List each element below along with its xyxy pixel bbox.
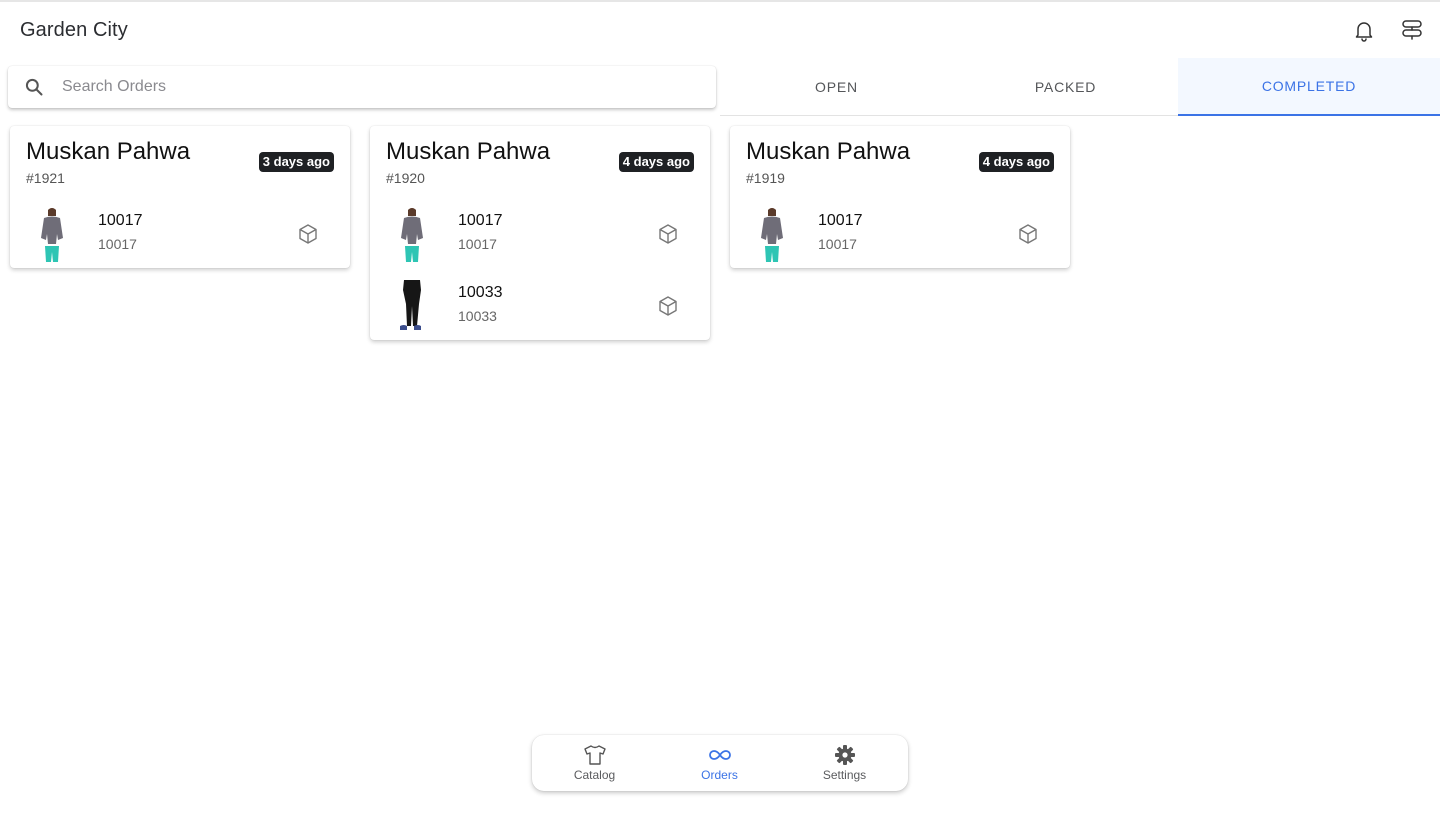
bottom-navigation: Catalog Orders Settings [532, 735, 908, 791]
order-card-header: Muskan Pahwa #1921 3 days ago [10, 126, 350, 196]
gear-icon [834, 745, 855, 765]
order-item[interactable]: 10033 10033 [370, 268, 710, 340]
search-bar [8, 66, 716, 108]
item-sku: 10033 [458, 308, 497, 324]
order-status-tabs: OPEN PACKED COMPLETED [720, 58, 1440, 116]
order-item[interactable]: 10017 10017 [370, 196, 710, 268]
order-id: #1919 [746, 170, 785, 186]
order-age-badge: 4 days ago [618, 152, 694, 172]
customer-name: Muskan Pahwa [26, 138, 191, 165]
item-sku: 10017 [98, 236, 137, 252]
nav-label: Settings [822, 768, 867, 782]
order-age-badge: 4 days ago [978, 152, 1054, 172]
terminal-icon[interactable] [1399, 17, 1425, 43]
order-card[interactable]: Muskan Pahwa #1921 3 days ago 10017 1001… [10, 126, 350, 268]
tab-packed[interactable]: PACKED [953, 58, 1178, 116]
item-name: 10017 [98, 212, 143, 229]
order-card[interactable]: Muskan Pahwa #1920 4 days ago 10017 1001… [370, 126, 710, 340]
app-title: Garden City [20, 19, 128, 41]
cube-icon[interactable] [1016, 222, 1040, 246]
nav-label: Orders [701, 768, 738, 782]
search-icon [25, 78, 43, 96]
cube-icon[interactable] [656, 222, 680, 246]
item-name: 10017 [458, 212, 503, 229]
order-item[interactable]: 10017 10017 [10, 196, 350, 268]
order-item[interactable]: 10017 10017 [730, 196, 1070, 268]
product-thumbnail-top [761, 208, 783, 262]
order-id: #1921 [26, 170, 65, 186]
item-name: 10017 [818, 212, 863, 229]
header: Garden City [0, 2, 1440, 58]
search-input[interactable] [62, 72, 702, 102]
nav-orders[interactable]: Orders [657, 735, 782, 791]
nav-settings[interactable]: Settings [782, 735, 907, 791]
item-name: 10033 [458, 284, 503, 301]
order-age-badge: 3 days ago [258, 152, 334, 172]
cube-icon[interactable] [296, 222, 320, 246]
infinity-icon [708, 750, 731, 760]
nav-label: Catalog [573, 768, 616, 782]
customer-name: Muskan Pahwa [386, 138, 551, 165]
nav-catalog[interactable]: Catalog [532, 735, 657, 791]
notifications-bell-icon[interactable] [1351, 17, 1377, 43]
tab-completed[interactable]: COMPLETED [1178, 58, 1440, 116]
order-card[interactable]: Muskan Pahwa #1919 4 days ago 10017 1001… [730, 126, 1070, 268]
product-thumbnail-leggings [400, 280, 421, 330]
shirt-icon [583, 745, 606, 765]
item-sku: 10017 [458, 236, 497, 252]
product-thumbnail-top [41, 208, 63, 262]
order-id: #1920 [386, 170, 425, 186]
cube-icon[interactable] [656, 294, 680, 318]
product-thumbnail-top [401, 208, 423, 262]
order-card-header: Muskan Pahwa #1919 4 days ago [730, 126, 1070, 196]
customer-name: Muskan Pahwa [746, 138, 911, 165]
item-sku: 10017 [818, 236, 857, 252]
order-card-header: Muskan Pahwa #1920 4 days ago [370, 126, 710, 196]
tab-open[interactable]: OPEN [720, 58, 953, 116]
